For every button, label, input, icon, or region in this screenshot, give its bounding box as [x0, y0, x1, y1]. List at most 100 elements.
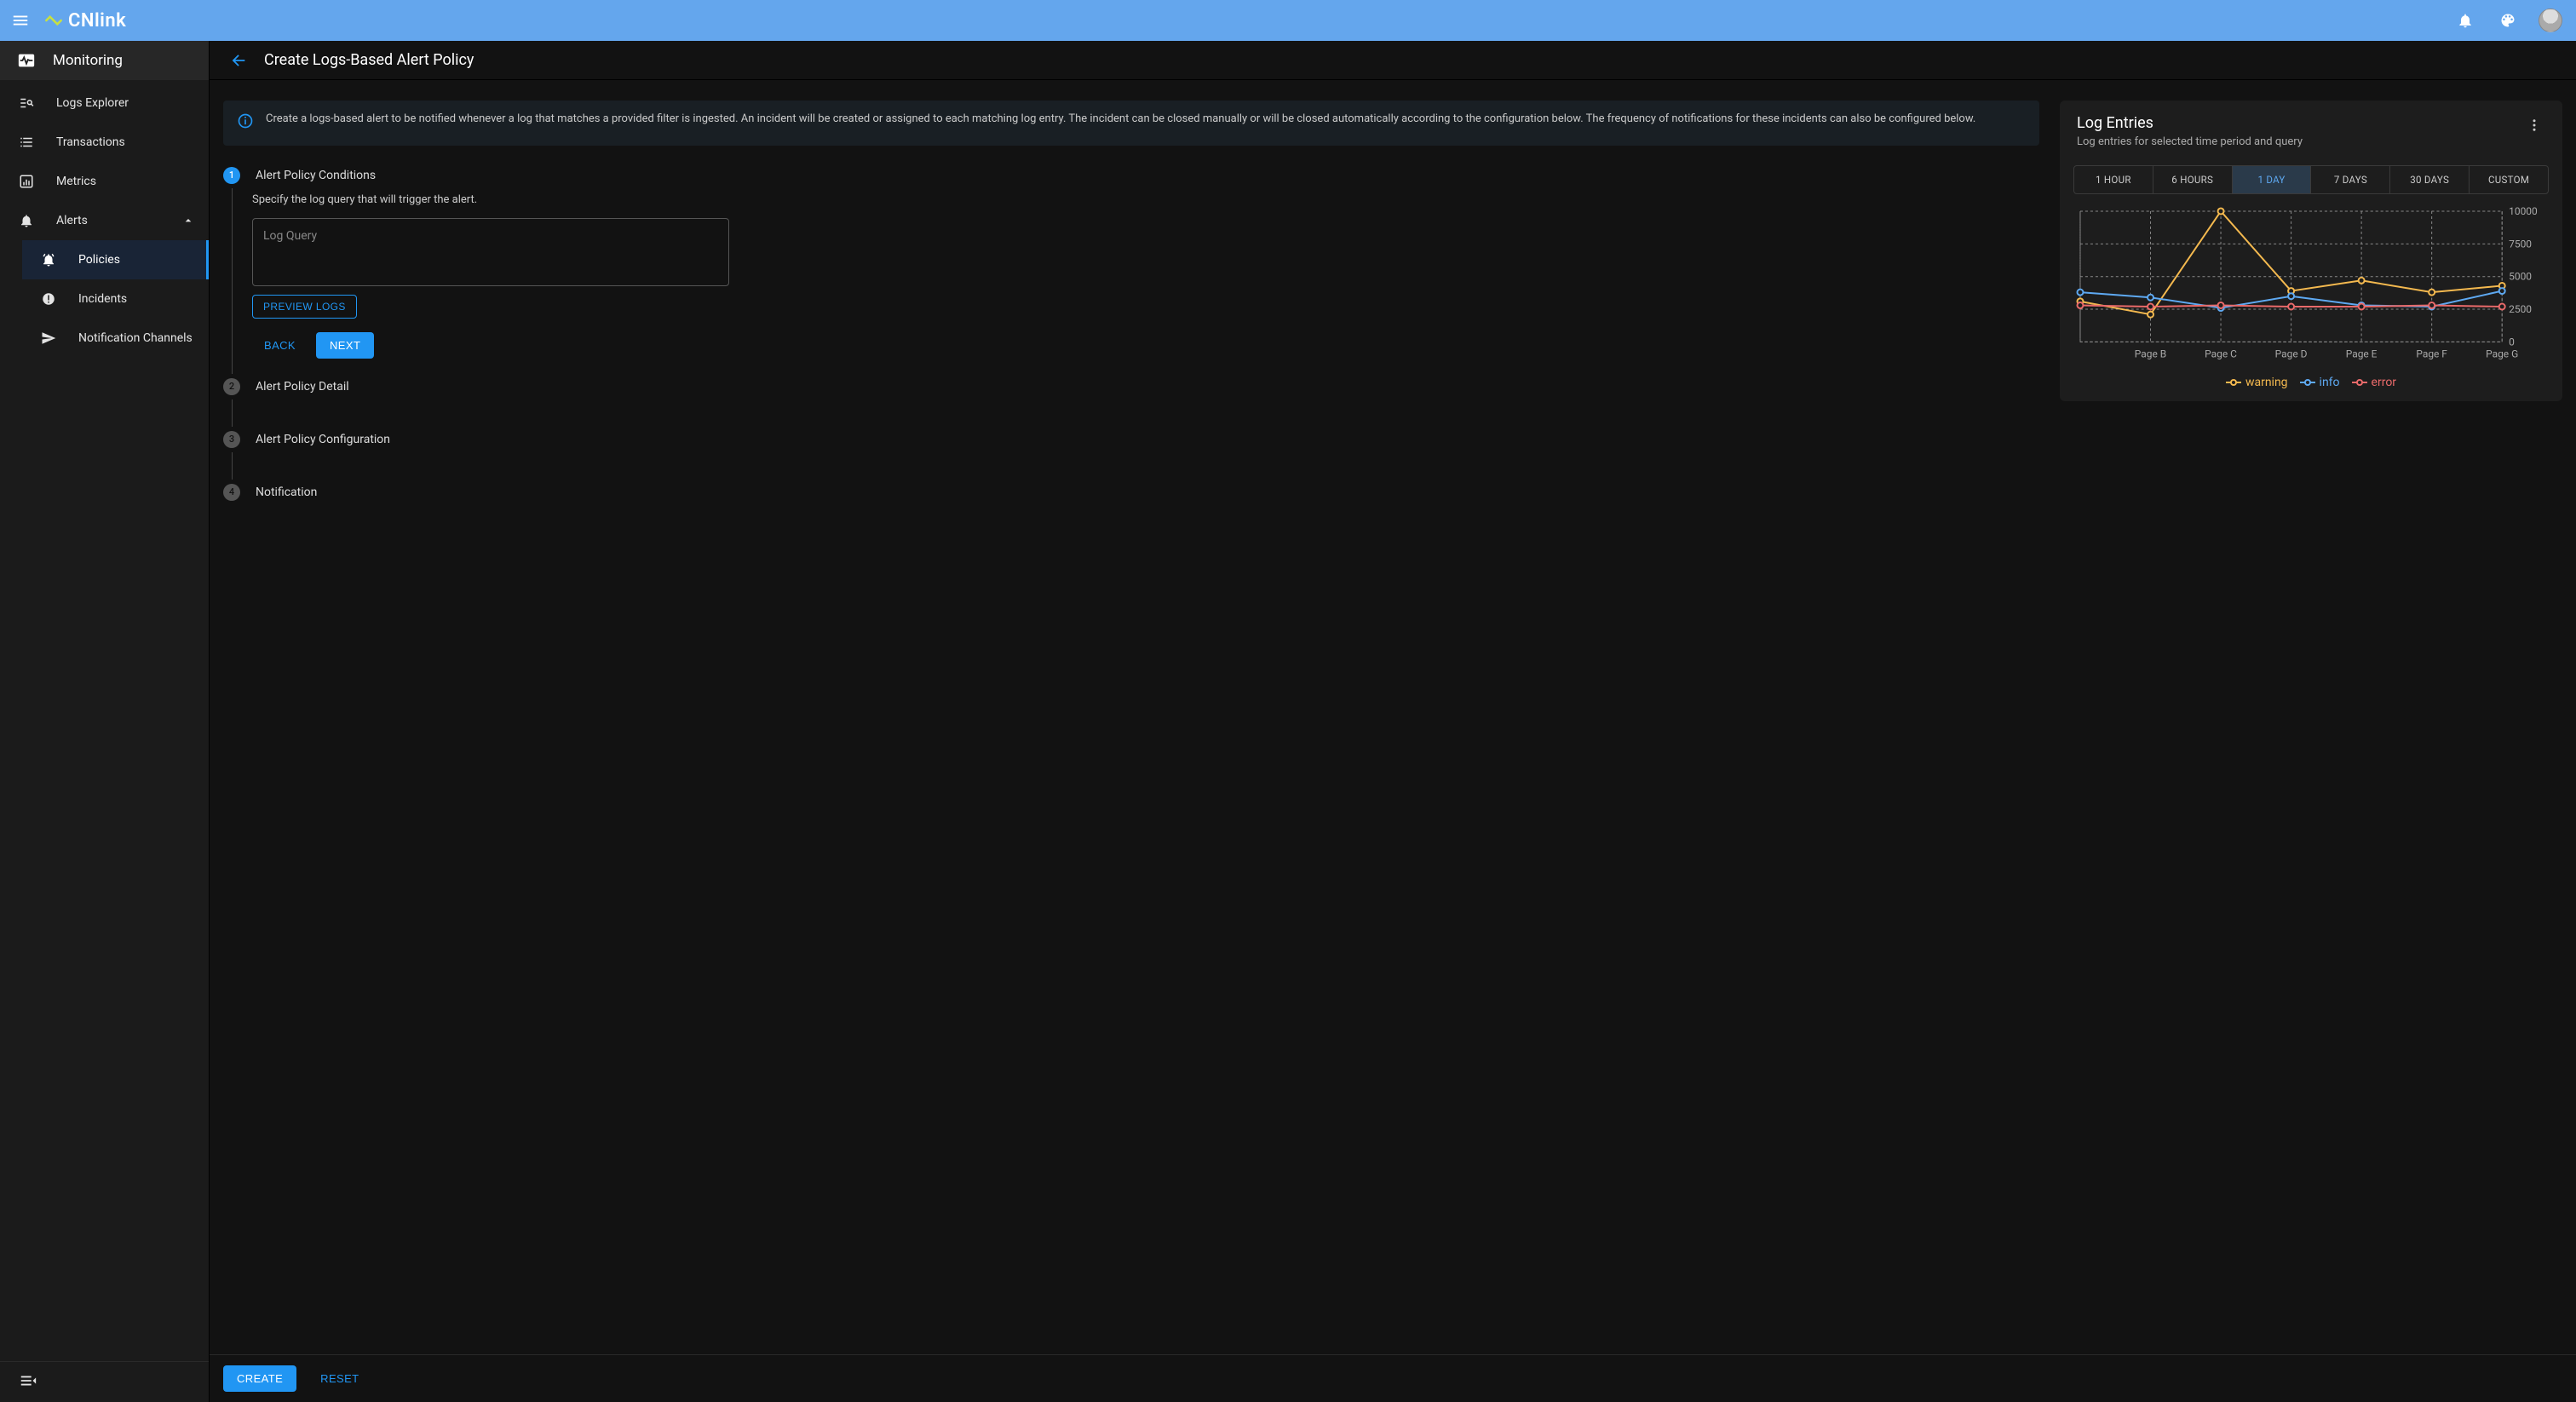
svg-text:Page D: Page D — [2275, 348, 2308, 359]
palette-icon — [2499, 12, 2516, 29]
sidebar-item-label: Incidents — [78, 292, 127, 306]
step-number: 1 — [223, 167, 240, 184]
back-button[interactable] — [227, 49, 250, 72]
form-column: Create a logs-based alert to be notified… — [223, 101, 2039, 1354]
top-bar: CNlink — [0, 0, 2576, 41]
step-next-button[interactable]: NEXT — [316, 332, 374, 359]
sidebar-alerts-submenu: Policies Incidents Notification Channels — [0, 240, 209, 358]
step-configuration: 3 Alert Policy Configuration — [223, 427, 2039, 480]
sidebar-item-label: Alerts — [56, 214, 88, 227]
svg-text:0: 0 — [2509, 336, 2515, 348]
svg-text:Page G: Page G — [2486, 348, 2518, 359]
main: Create Logs-Based Alert Policy Create a … — [210, 41, 2576, 1402]
svg-text:2500: 2500 — [2509, 303, 2532, 315]
page-header: Create Logs-Based Alert Policy — [210, 41, 2576, 80]
svg-text:7500: 7500 — [2509, 238, 2532, 250]
step-title: Alert Policy Detail — [256, 380, 349, 394]
sidebar-item-logs-explorer[interactable]: Logs Explorer — [0, 83, 209, 123]
info-banner: Create a logs-based alert to be notified… — [223, 101, 2039, 146]
brand-logo[interactable]: CNlink — [43, 9, 126, 32]
step-back-button[interactable]: BACK — [252, 332, 308, 359]
chevron-up-icon — [181, 214, 195, 227]
range-tab-6-hours[interactable]: 6 HOURS — [2153, 166, 2233, 193]
user-avatar — [2539, 9, 2562, 32]
more-vert-icon — [2527, 118, 2542, 133]
step-header[interactable]: 1 Alert Policy Conditions — [223, 163, 2039, 188]
bell-ring-icon — [41, 252, 56, 267]
sidebar: Monitoring Logs Explorer Transactions Me… — [0, 41, 210, 1402]
log-entries-card: Log Entries Log entries for selected tim… — [2060, 101, 2562, 401]
logo-icon — [43, 9, 65, 32]
monitoring-icon — [17, 51, 36, 70]
step-detail: 2 Alert Policy Detail — [223, 374, 2039, 427]
range-tab-1-hour[interactable]: 1 HOUR — [2074, 166, 2153, 193]
collapse-icon — [19, 1371, 37, 1390]
sidebar-item-label: Notification Channels — [78, 331, 193, 345]
card-subtitle: Log entries for selected time period and… — [2077, 135, 2513, 148]
sidebar-section-label: Monitoring — [53, 52, 123, 69]
step-header[interactable]: 3 Alert Policy Configuration — [223, 427, 2039, 452]
info-icon — [237, 112, 254, 135]
preview-logs-button[interactable]: PREVIEW LOGS — [252, 295, 357, 319]
range-tab-30-days[interactable]: 30 DAYS — [2390, 166, 2470, 193]
alert-bell-icon — [19, 213, 34, 228]
sidebar-collapse-button[interactable] — [19, 1371, 37, 1393]
sidebar-item-transactions[interactable]: Transactions — [0, 123, 209, 162]
arrow-back-icon — [229, 51, 248, 70]
sidebar-item-notification-channels[interactable]: Notification Channels — [22, 319, 209, 358]
page-title: Create Logs-Based Alert Policy — [264, 51, 474, 69]
list-icon — [19, 135, 34, 150]
svg-text:5000: 5000 — [2509, 271, 2532, 283]
svg-text:Page E: Page E — [2346, 348, 2378, 359]
create-button[interactable]: CREATE — [223, 1365, 296, 1392]
legend-item-warning[interactable]: warning — [2226, 376, 2288, 389]
step-number: 3 — [223, 431, 240, 448]
step-notification: 4 Notification — [223, 480, 2039, 505]
step-conditions: 1 Alert Policy Conditions Specify the lo… — [223, 163, 2039, 374]
error-circle-icon — [41, 291, 56, 307]
step-header[interactable]: 2 Alert Policy Detail — [223, 374, 2039, 399]
step-number: 2 — [223, 378, 240, 395]
avatar-button[interactable] — [2535, 5, 2566, 36]
search-list-icon — [19, 95, 34, 111]
step-header[interactable]: 4 Notification — [223, 480, 2039, 505]
log-query-input[interactable]: Log Query — [252, 218, 729, 286]
range-tab-custom[interactable]: CUSTOM — [2470, 166, 2548, 193]
time-range-tabs: 1 HOUR6 HOURS1 DAY7 DAYS30 DAYSCUSTOM — [2073, 165, 2549, 194]
sidebar-item-label: Transactions — [56, 135, 125, 149]
menu-button[interactable] — [10, 10, 31, 31]
sidebar-section-header[interactable]: Monitoring — [0, 41, 209, 80]
log-query-placeholder: Log Query — [263, 229, 718, 243]
chart-legend: warning info error — [2060, 376, 2562, 389]
chart-container: 025005000750010000Page BPage CPage DPage… — [2060, 206, 2562, 367]
svg-text:Page F: Page F — [2416, 348, 2447, 359]
card-title: Log Entries — [2077, 114, 2513, 132]
range-tab-1-day[interactable]: 1 DAY — [2233, 166, 2312, 193]
bar-chart-icon — [19, 174, 34, 189]
notifications-button[interactable] — [2450, 5, 2481, 36]
range-tab-7-days[interactable]: 7 DAYS — [2311, 166, 2390, 193]
legend-item-info[interactable]: info — [2300, 376, 2340, 389]
info-text: Create a logs-based alert to be notified… — [266, 111, 1975, 135]
card-menu-button[interactable] — [2523, 114, 2545, 140]
menu-icon — [11, 11, 30, 30]
svg-text:Page C: Page C — [2205, 348, 2237, 359]
sidebar-item-incidents[interactable]: Incidents — [22, 279, 209, 319]
chart-column: Log Entries Log entries for selected tim… — [2060, 101, 2562, 1354]
stepper: 1 Alert Policy Conditions Specify the lo… — [223, 163, 2039, 505]
sidebar-item-policies[interactable]: Policies — [22, 240, 209, 279]
step-description: Specify the log query that will trigger … — [252, 193, 2039, 206]
sidebar-item-metrics[interactable]: Metrics — [0, 162, 209, 201]
legend-item-error[interactable]: error — [2352, 376, 2397, 389]
reset-button[interactable]: RESET — [308, 1365, 371, 1392]
content: Create a logs-based alert to be notified… — [210, 80, 2576, 1354]
step-title: Alert Policy Configuration — [256, 433, 390, 446]
step-title: Notification — [256, 486, 317, 499]
step-number: 4 — [223, 484, 240, 501]
theme-button[interactable] — [2493, 5, 2523, 36]
send-icon — [41, 330, 56, 346]
sidebar-item-alerts[interactable]: Alerts — [0, 201, 209, 240]
sidebar-item-label: Policies — [78, 253, 120, 267]
step-title: Alert Policy Conditions — [256, 169, 376, 182]
sidebar-item-label: Metrics — [56, 175, 96, 188]
